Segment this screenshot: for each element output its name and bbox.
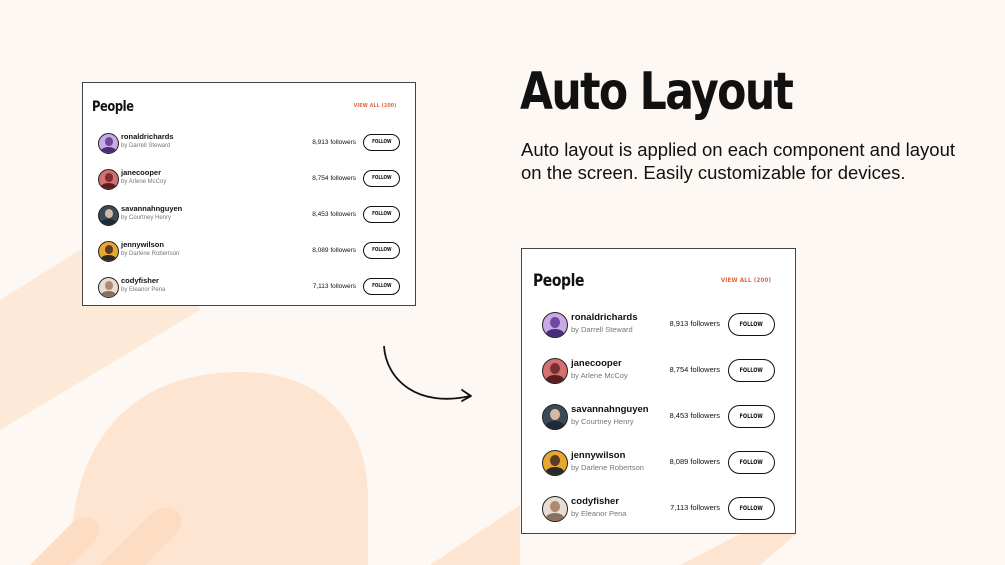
list-item: jennywilson by Darlene Robertson 8,089 fol… — [83, 240, 415, 277]
avatar-head — [104, 136, 113, 146]
username[interactable]: savannahnguyen — [571, 404, 649, 415]
headline: Auto Layout — [520, 62, 794, 122]
follower-count: 8,089 followers — [669, 457, 720, 466]
follower-count: 8,913 followers — [312, 139, 356, 146]
avatar-body — [545, 466, 565, 475]
avatar-head — [550, 500, 561, 512]
follow-label: FOLLOW — [739, 459, 764, 466]
avatar-head — [104, 172, 113, 182]
avatar — [98, 241, 119, 262]
avatar-head — [550, 408, 561, 420]
people-card-large: People VIEW ALL (200) ronaldrichards by D… — [521, 248, 796, 534]
list-item: savannahnguyen by Courtney Henry 8,453 fol… — [522, 404, 795, 450]
username[interactable]: janecooper — [571, 358, 622, 369]
avatar-body — [545, 328, 565, 337]
card-title: People — [533, 271, 585, 291]
follow-label: FOLLOW — [371, 139, 392, 145]
list-item: ronaldrichards by Darrell Steward 8,913 fo… — [522, 312, 795, 358]
avatar-body — [101, 254, 117, 261]
list-item: savannahnguyen by Courtney Henry 8,453 fol… — [83, 204, 415, 241]
username[interactable]: savannahnguyen — [121, 204, 182, 213]
username[interactable]: jennywilson — [571, 450, 625, 461]
avatar — [98, 277, 119, 298]
follow-button[interactable]: FOLLOW — [363, 134, 400, 151]
follower-count: 8,754 followers — [312, 175, 356, 182]
username[interactable]: janecooper — [121, 168, 161, 177]
follow-label: FOLLOW — [739, 321, 764, 328]
byline: by Courtney Henry — [571, 417, 634, 426]
follow-button[interactable]: FOLLOW — [363, 170, 400, 187]
follower-count: 7,113 followers — [312, 283, 356, 290]
avatar-body — [101, 290, 117, 297]
avatar-body — [545, 374, 565, 383]
avatar-body — [101, 182, 117, 189]
avatar-body — [545, 420, 565, 429]
view-all-link[interactable]: VIEW ALL (200) — [721, 276, 771, 284]
avatar-body — [101, 218, 117, 225]
avatar — [542, 450, 568, 476]
byline: by Courtney Henry — [121, 215, 172, 221]
follow-button[interactable]: FOLLOW — [728, 405, 775, 428]
curved-arrow-icon — [383, 345, 472, 402]
follow-button[interactable]: FOLLOW — [363, 278, 400, 295]
follow-label: FOLLOW — [739, 367, 764, 374]
list-item: jennywilson by Darlene Robertson 8,089 fol… — [522, 450, 795, 496]
follower-count: 8,913 followers — [669, 319, 720, 328]
follow-label: FOLLOW — [371, 247, 392, 253]
follow-button[interactable]: FOLLOW — [363, 242, 400, 259]
follower-count: 8,453 followers — [669, 411, 720, 420]
avatar — [98, 205, 119, 226]
follow-button[interactable]: FOLLOW — [728, 497, 775, 520]
people-card-small: People VIEW ALL (200) ronaldrichards by D… — [82, 82, 416, 306]
list-item: codyfisher by Eleanor Pena 7,113 followers… — [83, 276, 415, 313]
list-item: janecooper by Arlene McCoy 8,754 followers… — [83, 168, 415, 205]
follow-button[interactable]: FOLLOW — [728, 359, 775, 382]
avatar-body — [101, 146, 117, 153]
byline: by Darrell Steward — [121, 143, 171, 149]
avatar — [98, 133, 119, 154]
avatar — [542, 404, 568, 430]
username[interactable]: ronaldrichards — [121, 132, 174, 141]
byline: by Arlene McCoy — [121, 179, 167, 185]
byline: by Darrell Steward — [571, 325, 633, 334]
byline: by Eleanor Pena — [571, 509, 627, 518]
avatar-head — [104, 280, 113, 290]
avatar — [98, 169, 119, 190]
avatar-head — [550, 362, 561, 374]
byline: by Darlene Robertson — [571, 463, 644, 472]
follow-label: FOLLOW — [739, 413, 764, 420]
username[interactable]: ronaldrichards — [571, 312, 638, 323]
follow-button[interactable]: FOLLOW — [728, 313, 775, 336]
follow-button[interactable]: FOLLOW — [363, 206, 400, 223]
avatar-head — [550, 316, 561, 328]
avatar — [542, 312, 568, 338]
follow-label: FOLLOW — [371, 211, 392, 217]
follower-count: 8,754 followers — [669, 365, 720, 374]
avatar-body — [545, 512, 565, 521]
follow-label: FOLLOW — [371, 283, 392, 289]
username[interactable]: codyfisher — [571, 496, 619, 507]
username[interactable]: jennywilson — [121, 240, 164, 249]
card-title: People — [92, 99, 134, 115]
avatar-head — [104, 208, 113, 218]
follower-count: 7,113 followers — [670, 503, 720, 512]
avatar — [542, 496, 568, 522]
avatar-head — [104, 244, 113, 254]
view-all-link[interactable]: VIEW ALL (200) — [354, 103, 397, 109]
follow-button[interactable]: FOLLOW — [728, 451, 775, 474]
list-item: janecooper by Arlene McCoy 8,754 followers… — [522, 358, 795, 404]
follower-count: 8,089 followers — [312, 247, 356, 254]
description: Auto layout is applied on each component… — [521, 139, 956, 183]
avatar — [542, 358, 568, 384]
follow-label: FOLLOW — [371, 175, 392, 181]
follower-count: 8,453 followers — [312, 211, 356, 218]
avatar-head — [550, 454, 561, 466]
list-item: codyfisher by Eleanor Pena 7,113 followers… — [522, 496, 795, 542]
username[interactable]: codyfisher — [121, 276, 159, 285]
byline: by Darlene Robertson — [121, 251, 180, 257]
follow-label: FOLLOW — [739, 505, 764, 512]
list-item: ronaldrichards by Darrell Steward 8,913 fo… — [83, 132, 415, 169]
byline: by Arlene McCoy — [571, 371, 628, 380]
byline: by Eleanor Pena — [121, 287, 166, 293]
